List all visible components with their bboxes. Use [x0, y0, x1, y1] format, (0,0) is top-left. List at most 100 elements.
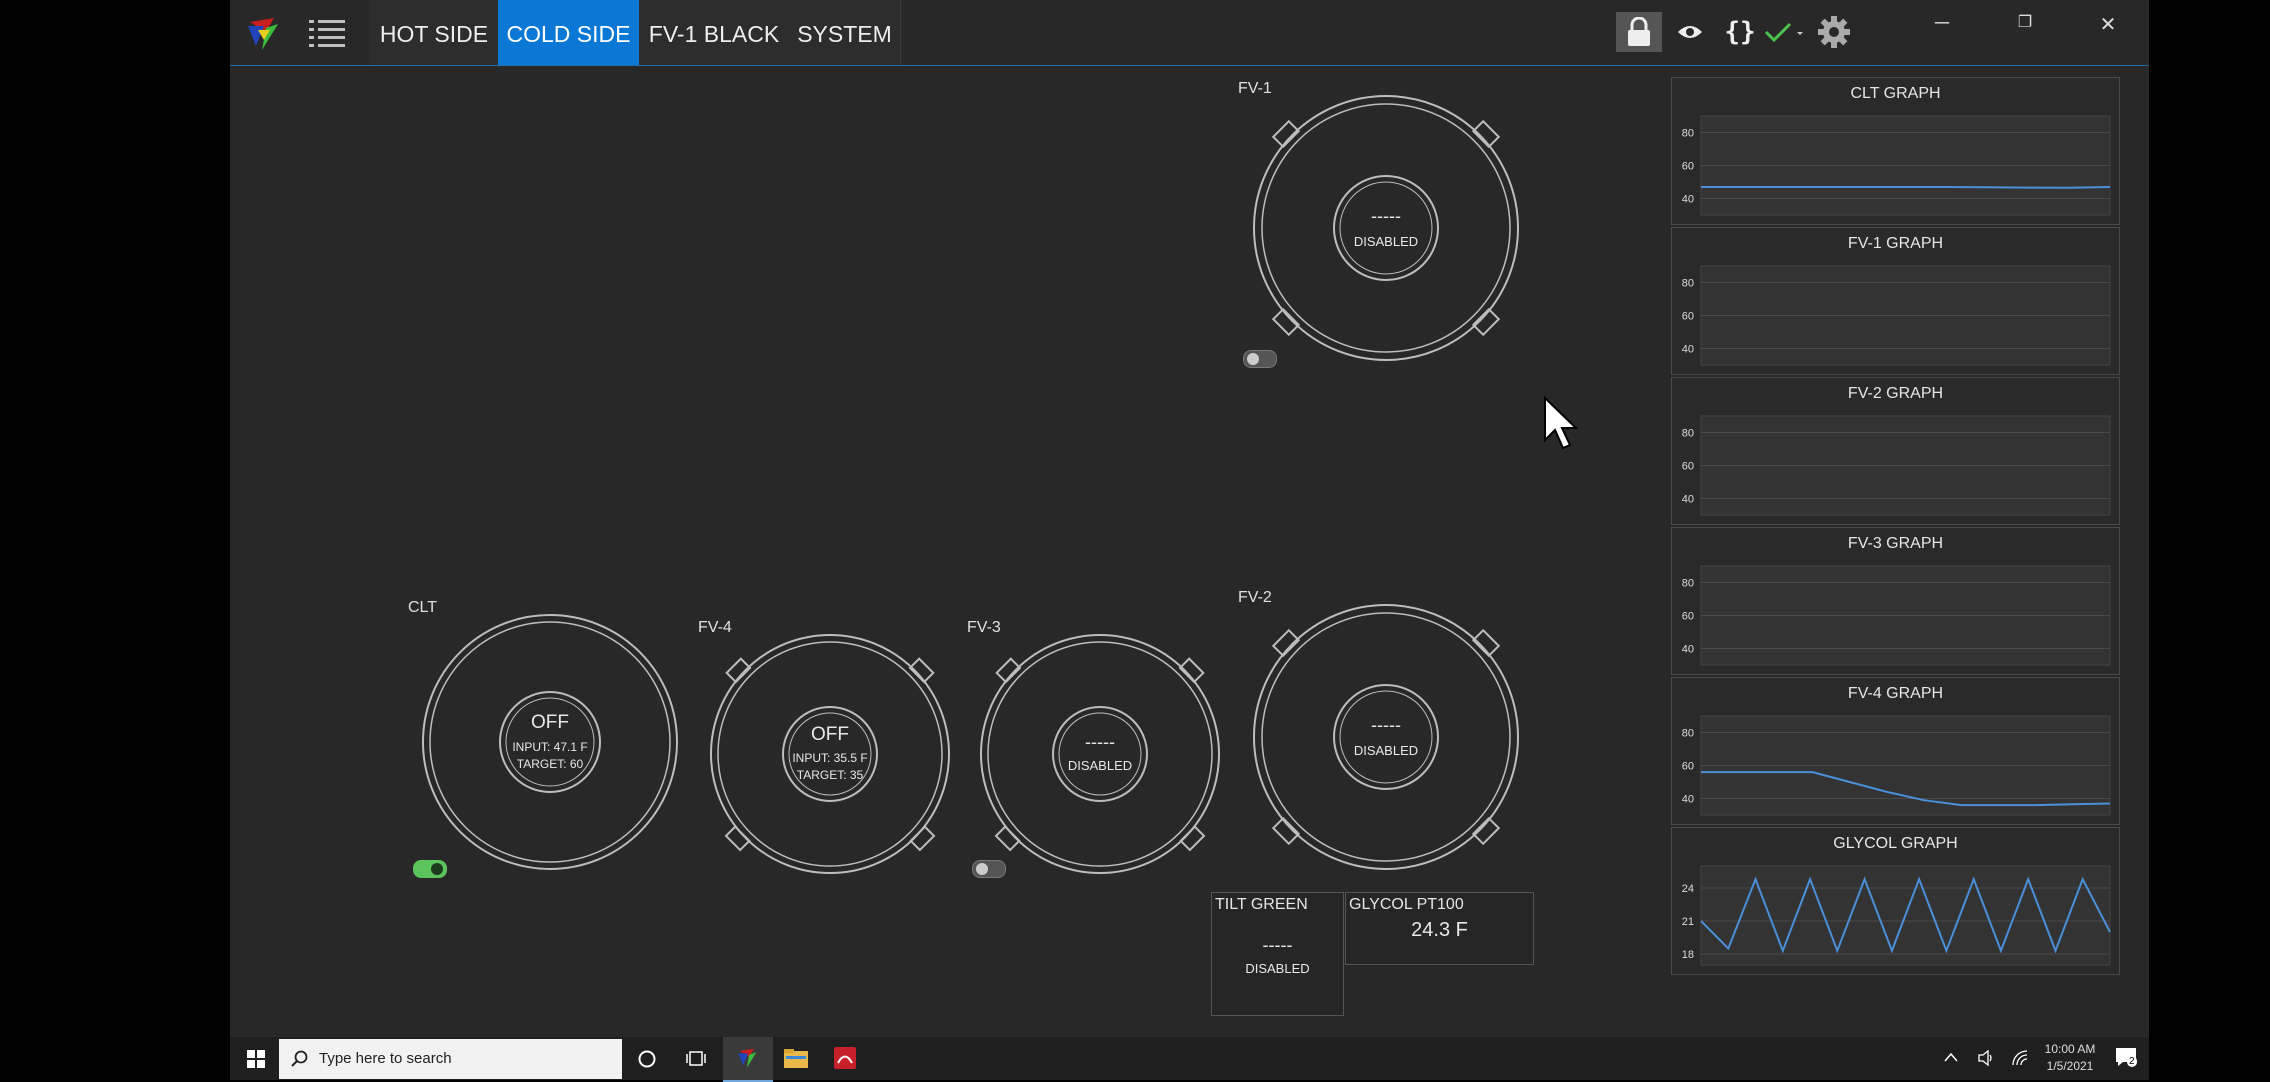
tab-fv1-black[interactable]: FV-1 BLACK: [639, 0, 790, 65]
graph-plot: 24 21 18: [1682, 865, 2111, 966]
dial-ring-icon: [1253, 604, 1519, 870]
taskbar-search-input[interactable]: Type here to search: [279, 1039, 622, 1079]
tab-cold-side[interactable]: COLD SIDE: [498, 0, 640, 65]
glycol-pt100-panel[interactable]: GLYCOL PT100 24.3 F: [1345, 892, 1534, 965]
braces-icon[interactable]: {}: [1720, 12, 1760, 52]
fv3-status: -----: [1085, 732, 1115, 752]
y-tick-label: 60: [1682, 761, 1694, 773]
y-tick-label: 40: [1682, 794, 1694, 806]
tilt-detail: DISABLED: [1245, 961, 1310, 976]
y-tick-label: 40: [1682, 644, 1694, 656]
app-logo-icon[interactable]: [244, 12, 284, 52]
mouse-cursor-icon: [1544, 396, 1579, 450]
search-placeholder: Type here to search: [319, 1050, 452, 1067]
restore-button[interactable]: ❐: [2005, 12, 2045, 38]
fv1-detail: DISABLED: [1353, 234, 1419, 249]
fv4-dial[interactable]: OFF INPUT: 35.5 F TARGET: 35: [708, 632, 952, 876]
glycol-label: GLYCOL PT100: [1349, 896, 1464, 913]
task-view-icon[interactable]: [685, 1048, 707, 1070]
graph-plot: 80 60 40: [1682, 565, 2111, 666]
y-tick-label: 80: [1682, 278, 1694, 290]
volume-icon[interactable]: [1977, 1049, 1995, 1067]
graph-panel-5[interactable]: FV-4 GRAPH 80 60 40: [1671, 677, 2120, 825]
fv4-status: OFF: [811, 724, 849, 745]
graph-panel-2[interactable]: FV-1 GRAPH 80 60 40: [1671, 227, 2120, 375]
fv4-input: INPUT: 35.5 F: [792, 751, 868, 765]
app-logo-icon: [738, 1048, 757, 1068]
clock-time[interactable]: 10:00 AM: [2030, 1042, 2110, 1056]
graph-plot: 80 60 40: [1682, 265, 2111, 366]
wifi-icon[interactable]: [2011, 1049, 2029, 1067]
pdf-app-icon[interactable]: [833, 1046, 857, 1070]
cortana-icon[interactable]: [637, 1049, 657, 1069]
chevron-up-icon[interactable]: [1944, 1052, 1958, 1062]
clt-status: OFF: [531, 712, 569, 733]
taskbar-app-brewery[interactable]: [723, 1037, 773, 1082]
y-tick-label: 60: [1682, 311, 1694, 323]
fv3-dial[interactable]: ----- DISABLED: [978, 632, 1222, 876]
tilt-green-panel[interactable]: TILT GREEN ----- DISABLED: [1211, 892, 1344, 1016]
toggle-knob: [1247, 353, 1259, 365]
y-tick-label: 60: [1682, 461, 1694, 473]
notification-count: 2: [2127, 1056, 2137, 1067]
tilt-label: TILT GREEN: [1215, 896, 1308, 913]
series-line: [1701, 186, 2111, 189]
graph-panel-1[interactable]: CLT GRAPH 80 60 40: [1671, 77, 2120, 225]
y-tick-label: 18: [1682, 949, 1694, 961]
graph-title: CLT GRAPH: [1850, 85, 1941, 102]
y-tick-label: 60: [1682, 611, 1694, 623]
y-tick-label: 80: [1682, 128, 1694, 140]
graph-panel-4[interactable]: FV-3 GRAPH 80 60 40: [1671, 527, 2120, 675]
tab-hot-side[interactable]: HOT SIDE: [370, 0, 499, 65]
eye-icon[interactable]: [1672, 12, 1708, 52]
graph-title: FV-4 GRAPH: [1847, 685, 1944, 702]
toggle-knob: [976, 863, 988, 875]
notification-center-button[interactable]: 2: [2115, 1047, 2139, 1071]
close-button[interactable]: ✕: [2088, 12, 2128, 38]
y-tick-label: 80: [1682, 428, 1694, 440]
lock-icon[interactable]: [1616, 12, 1662, 52]
toggle-knob: [431, 863, 443, 875]
windows-start-icon[interactable]: [247, 1050, 265, 1068]
graph-panel-3[interactable]: FV-2 GRAPH 80 60 40: [1671, 377, 2120, 525]
search-icon: [291, 1050, 308, 1067]
clt-toggle[interactable]: [413, 860, 447, 878]
gear-icon[interactable]: [1814, 12, 1854, 52]
graph-title: FV-2 GRAPH: [1847, 385, 1944, 402]
y-tick-label: 40: [1682, 194, 1694, 206]
y-tick-label: 40: [1682, 494, 1694, 506]
minimize-button[interactable]: ─: [1922, 12, 1962, 38]
clt-input: INPUT: 47.1 F: [512, 740, 588, 754]
y-tick-label: 80: [1682, 728, 1694, 740]
top-bar: HOT SIDE COLD SIDE FV-1 BLACK SYSTEM {} …: [230, 0, 2149, 66]
fv3-detail: DISABLED: [1067, 758, 1133, 773]
clt-dial[interactable]: OFF INPUT: 47.1 F TARGET: 60: [420, 612, 680, 872]
y-tick-label: 80: [1682, 578, 1694, 590]
file-explorer-icon[interactable]: [783, 1047, 809, 1069]
fv2-detail: DISABLED: [1353, 743, 1419, 758]
app-window: HOT SIDE COLD SIDE FV-1 BLACK SYSTEM {} …: [230, 0, 2149, 1037]
y-tick-label: 24: [1682, 883, 1694, 895]
graph-plot: 80 60 40: [1682, 115, 2111, 216]
tilt-value: -----: [1262, 935, 1293, 955]
fv2-status: -----: [1371, 715, 1401, 735]
fv1-status: -----: [1371, 206, 1401, 226]
y-tick-label: 40: [1682, 344, 1694, 356]
dial-ring-icon: [1253, 95, 1519, 361]
fv3-toggle[interactable]: [972, 860, 1006, 878]
graph-title: FV-1 GRAPH: [1847, 235, 1944, 252]
graph-panel-6[interactable]: GLYCOL GRAPH 24 21 18: [1671, 827, 2120, 975]
check-icon[interactable]: [1760, 12, 1810, 52]
taskbar: Type here to search 10:00 AM 1/5/2021 2: [230, 1037, 2149, 1082]
fv2-dial[interactable]: ----- DISABLED: [1251, 602, 1521, 872]
fv1-dial[interactable]: ----- DISABLED: [1251, 93, 1521, 363]
graph-plot: 80 60 40: [1682, 715, 2111, 816]
menu-list-icon[interactable]: [309, 17, 345, 49]
tab-system[interactable]: SYSTEM: [789, 0, 901, 65]
y-tick-label: 60: [1682, 161, 1694, 173]
fv1-toggle[interactable]: [1243, 350, 1277, 368]
clock-date[interactable]: 1/5/2021: [2030, 1059, 2110, 1073]
clt-target: TARGET: 60: [516, 757, 584, 771]
graph-title: GLYCOL GRAPH: [1833, 835, 1958, 852]
y-tick-label: 21: [1682, 916, 1694, 928]
